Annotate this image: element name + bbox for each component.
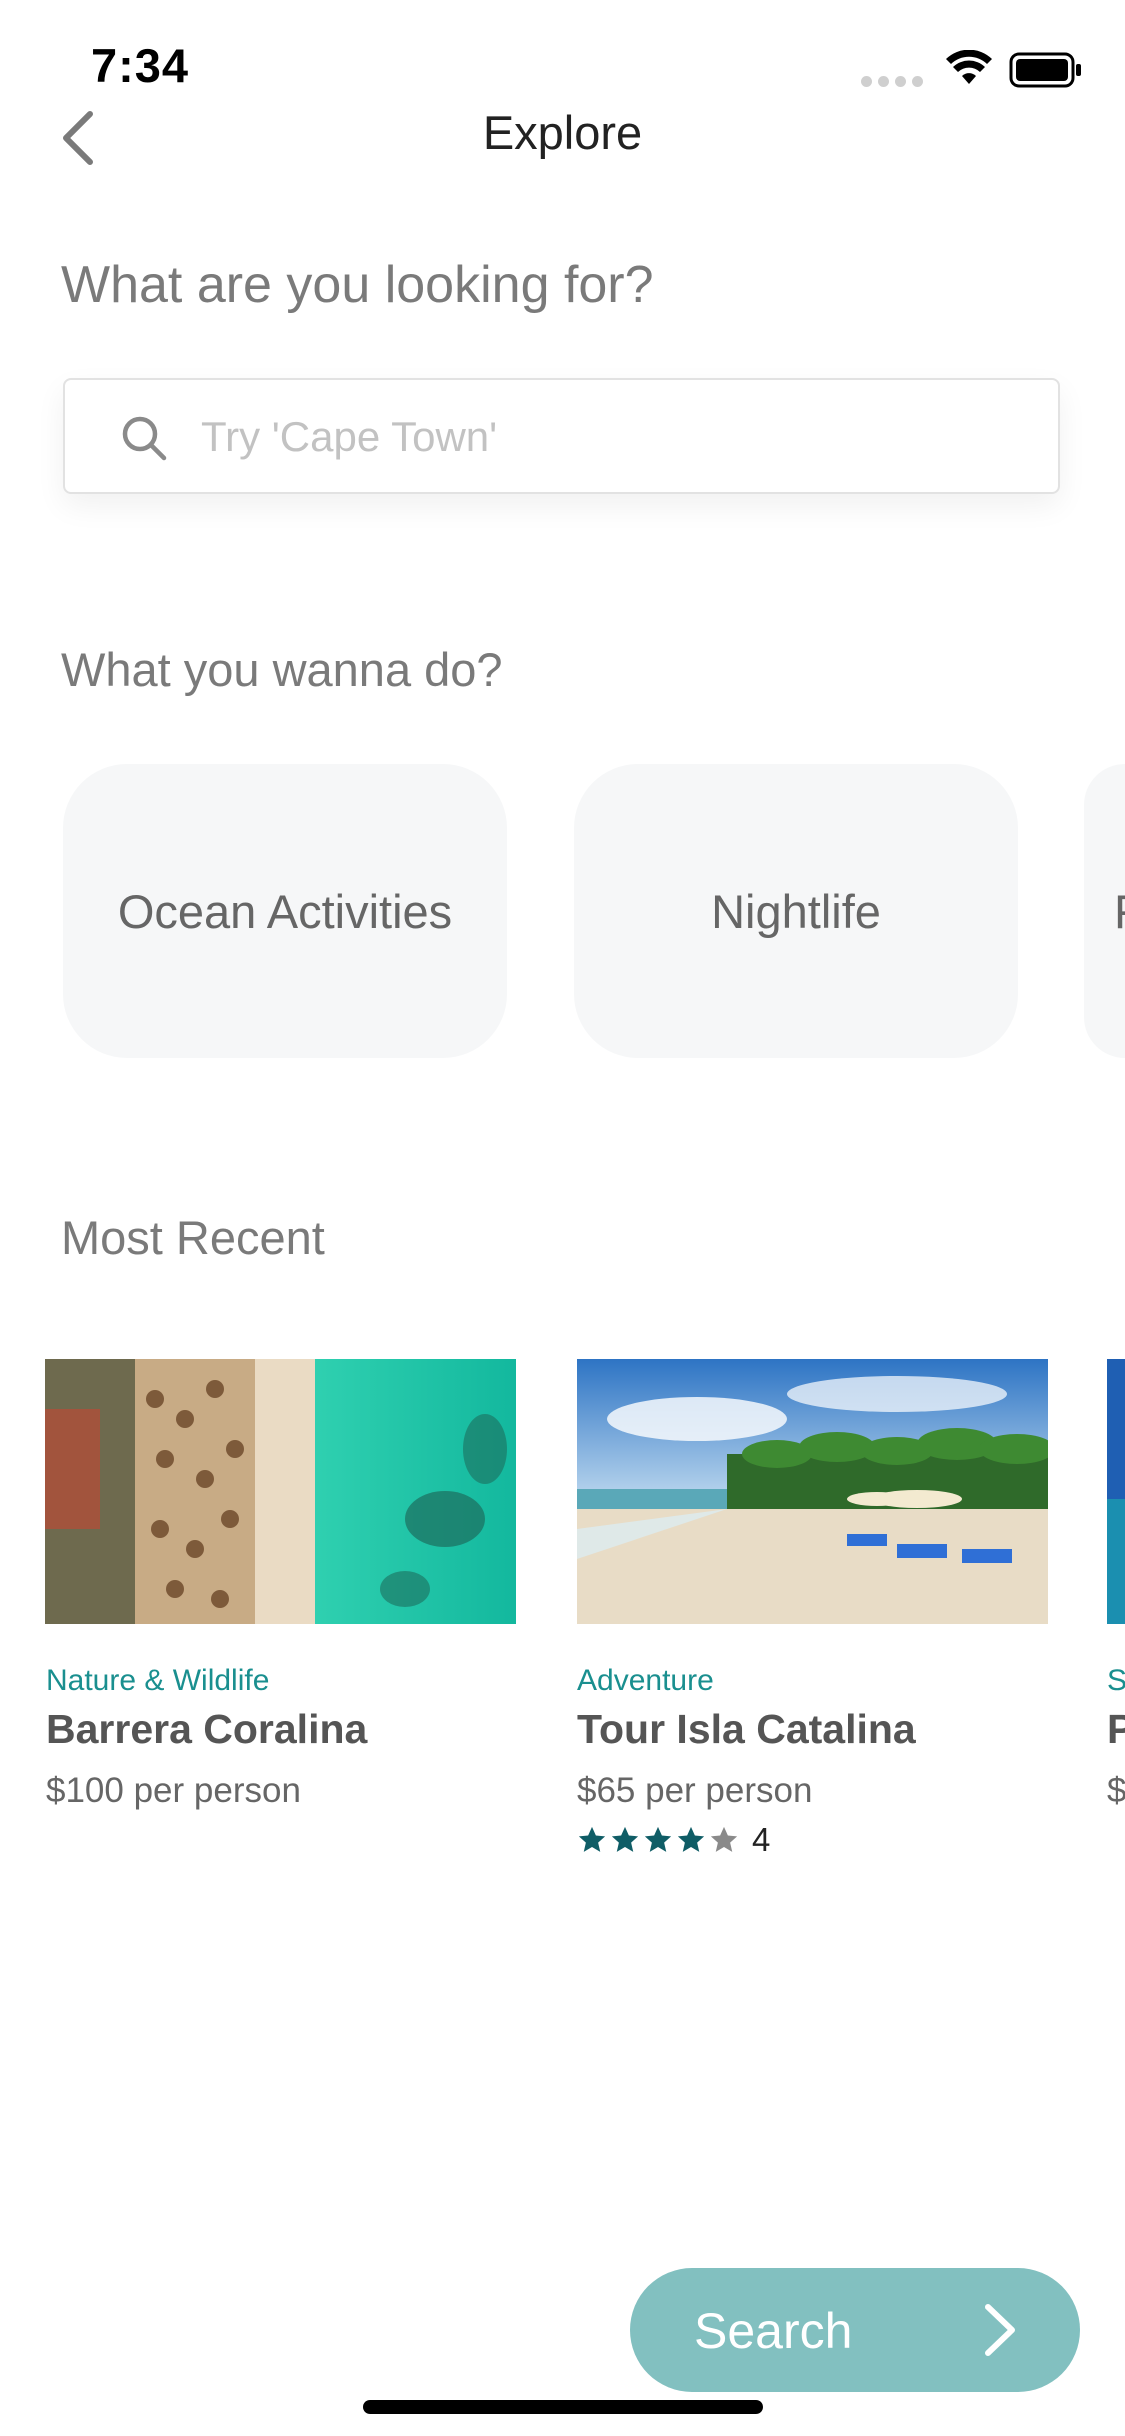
recent-card-image-partial[interactable]	[1107, 1359, 1125, 1624]
search-heading: What are you looking for?	[61, 256, 654, 314]
recent-card-price: $65 per person	[577, 1771, 813, 1810]
recent-card-image-barrera-coralina[interactable]	[45, 1359, 516, 1624]
category-label: Ocean Activities	[117, 884, 453, 938]
cellular-signal-icon	[855, 74, 923, 92]
category-card-nightlife[interactable]: Nightlife	[574, 764, 1018, 1058]
battery-icon	[1009, 52, 1081, 88]
star-filled-icon	[578, 1826, 606, 1852]
search-box[interactable]	[63, 378, 1060, 494]
ocean-image	[1107, 1359, 1125, 1624]
search-icon	[122, 416, 167, 461]
recent-heading: Most Recent	[61, 1211, 325, 1264]
search-button[interactable]: Search	[630, 2268, 1080, 2392]
star-filled-icon	[677, 1826, 705, 1852]
rating-count: 4	[752, 1821, 771, 1858]
recent-card-price: $	[1107, 1771, 1125, 1810]
star-filled-icon	[611, 1826, 639, 1852]
palm-beach-image	[577, 1359, 1048, 1624]
status-icons	[803, 48, 1083, 88]
aerial-beach-image	[45, 1359, 516, 1624]
category-card-ocean-activities[interactable]: Ocean Activities	[63, 764, 507, 1058]
chevron-right-icon	[985, 2304, 1015, 2356]
page-title: Explore	[482, 106, 643, 159]
recent-card-title[interactable]: Tour Isla Catalina	[577, 1706, 916, 1753]
recent-card-category: Adventure	[577, 1664, 714, 1697]
search-button-label: Search	[694, 2303, 853, 2359]
recent-card-title[interactable]: Barrera Coralina	[46, 1706, 367, 1753]
status-time: 7:34	[91, 39, 190, 92]
recent-card-price: $100 per person	[46, 1771, 301, 1810]
star-filled-icon	[644, 1826, 672, 1852]
category-card-partial[interactable]: F	[1084, 764, 1125, 1058]
recent-card-title[interactable]: P	[1107, 1706, 1125, 1753]
recent-card-category: Nature & Wildlife	[46, 1664, 270, 1697]
category-label: Nightlife	[711, 884, 881, 938]
recent-card-category: S	[1107, 1664, 1125, 1697]
category-label: F	[1114, 884, 1125, 939]
home-indicator	[363, 2400, 763, 2414]
search-input[interactable]	[199, 400, 1023, 474]
star-rating: 4	[577, 1821, 771, 1858]
recent-card-image-tour-isla-catalina[interactable]	[577, 1359, 1048, 1624]
activities-heading: What you wanna do?	[61, 643, 503, 696]
wifi-icon	[946, 50, 992, 84]
star-empty-icon	[710, 1826, 738, 1852]
